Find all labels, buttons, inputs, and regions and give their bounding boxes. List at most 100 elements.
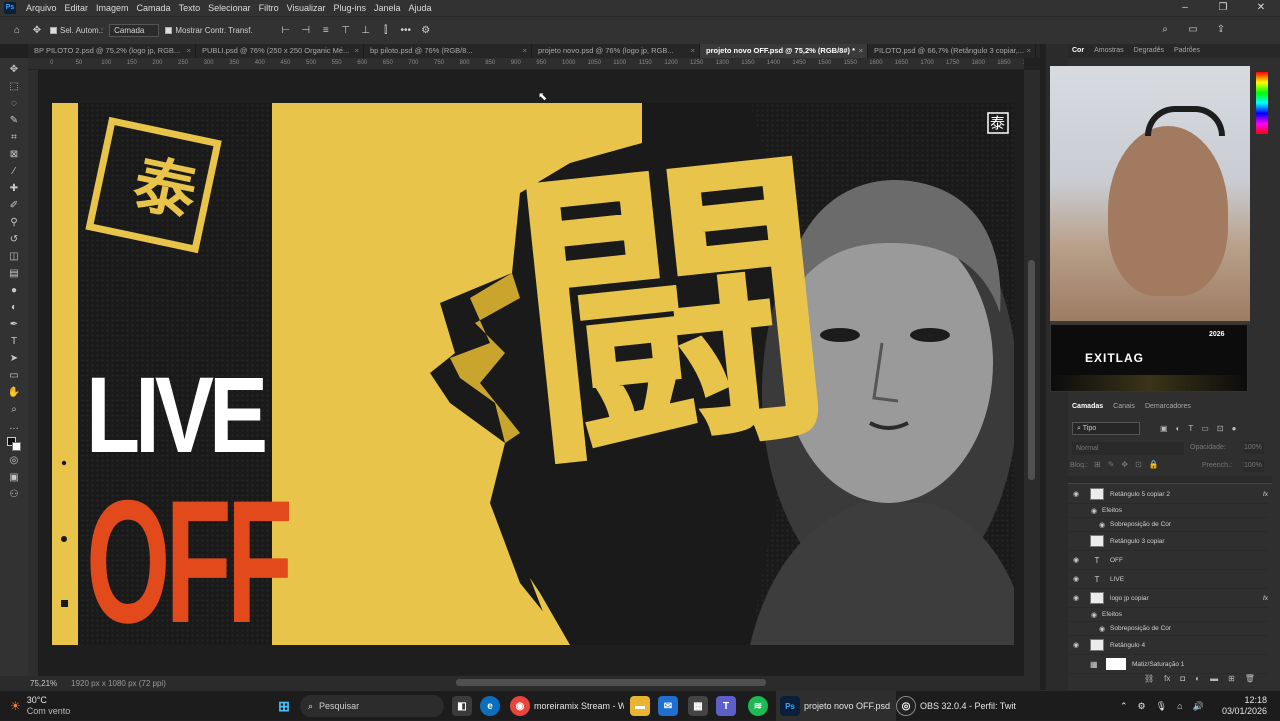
healing-tool-icon[interactable]: ✚: [5, 181, 23, 196]
menu-texto[interactable]: Texto: [175, 3, 205, 13]
layer-dropdown[interactable]: Camada: [109, 24, 160, 37]
hue-slider[interactable]: [1256, 72, 1268, 134]
menu-selecionar[interactable]: Selecionar: [204, 3, 255, 13]
taskbar-search[interactable]: ⌕ Pesquisar: [300, 695, 444, 717]
network-icon[interactable]: ⌂: [1177, 701, 1182, 711]
taskbar-app-edge[interactable]: e: [480, 691, 500, 721]
shape-tool-icon[interactable]: ▭: [5, 368, 23, 383]
visibility-eye-icon[interactable]: ◉: [1068, 490, 1084, 498]
visibility-eye-icon[interactable]: ◉: [1068, 556, 1084, 564]
fill-value[interactable]: 100%: [1244, 460, 1264, 472]
tab-amostras[interactable]: Amostras: [1094, 44, 1124, 58]
visibility-eye-icon[interactable]: ◉: [1086, 507, 1102, 515]
close-tab-icon[interactable]: ×: [187, 44, 191, 58]
tab-projeto-novo[interactable]: projeto novo.psd @ 76% (logo jp, RGB... ×: [532, 44, 700, 58]
menu-visualizar[interactable]: Visualizar: [283, 3, 330, 13]
lock-move-icon[interactable]: ✥: [1121, 460, 1128, 469]
layer-effects-row[interactable]: ◉ Efeitos: [1068, 608, 1268, 622]
transform-controls-checkbox[interactable]: Mostrar Contr. Transf.: [165, 26, 253, 35]
tray-app-icon[interactable]: ⚙: [1138, 701, 1146, 712]
tab-cor[interactable]: Cor: [1072, 44, 1084, 58]
layer-row[interactable]: ◉ logo jp copiar fx: [1068, 589, 1268, 608]
stamp-tool-icon[interactable]: ⚲: [5, 215, 23, 230]
visibility-eye-icon[interactable]: ◉: [1068, 575, 1084, 583]
fx-add-icon[interactable]: fx: [1164, 674, 1170, 683]
more-options-icon[interactable]: •••: [399, 24, 413, 38]
lock-artboard-icon[interactable]: ⊡: [1135, 460, 1142, 469]
mask-add-icon[interactable]: ◘: [1180, 674, 1185, 683]
taskbar-obs[interactable]: ◎ OBS 32.0.4 - Perfil: Twitc: [896, 691, 1016, 721]
tab-canais[interactable]: Canais: [1113, 400, 1135, 414]
vertical-scrollbar[interactable]: [1024, 70, 1040, 676]
filter-smart-icon[interactable]: ⊡: [1217, 424, 1224, 433]
distribute-icon[interactable]: ⫿: [379, 24, 393, 38]
tray-chevron-icon[interactable]: ⌃: [1120, 701, 1128, 712]
taskbar-app-outlook[interactable]: ✉: [658, 691, 678, 721]
restore-icon[interactable]: ❐: [1204, 0, 1242, 16]
close-tab-icon[interactable]: ×: [691, 44, 695, 58]
scroll-thumb[interactable]: [1028, 260, 1035, 480]
layer-effect-row[interactable]: ◉ Sobreposição de Cor: [1068, 622, 1268, 636]
close-tab-icon[interactable]: ×: [859, 44, 863, 58]
move-tool-icon[interactable]: ✥: [30, 24, 44, 38]
lock-all-icon[interactable]: 🔒: [1149, 460, 1159, 469]
color-swatches-icon[interactable]: [5, 436, 23, 451]
layer-row[interactable]: ▦ Matiz/Saturação 1: [1068, 655, 1268, 674]
align-middle-icon[interactable]: ⊥: [359, 24, 373, 38]
type-tool-icon[interactable]: T: [5, 334, 23, 349]
link-icon[interactable]: ⛓: [1144, 674, 1154, 683]
layer-effect-row[interactable]: ◉ Sobreposição de Cor: [1068, 518, 1268, 532]
filter-shape-icon[interactable]: ▭: [1201, 424, 1209, 433]
weather-widget[interactable]: ☀ 30°C Com vento: [10, 691, 70, 721]
layer-row[interactable]: ◉ Retângulo 5 copiar 2 fx: [1068, 485, 1268, 504]
taskbar-app-store[interactable]: ▦: [688, 691, 708, 721]
close-tab-icon[interactable]: ×: [355, 44, 359, 58]
filter-toggle-icon[interactable]: ●: [1232, 424, 1237, 433]
auto-select-checkbox[interactable]: Sel. Autom.:: [50, 26, 103, 35]
taskbar-photoshop[interactable]: Ps projeto novo OFF.psd @: [776, 691, 896, 721]
adjustment-add-icon[interactable]: ◐: [1195, 674, 1200, 683]
menu-ajuda[interactable]: Ajuda: [405, 3, 436, 13]
more-tools-icon[interactable]: …: [5, 419, 23, 434]
taskbar-app-teams[interactable]: T: [716, 691, 736, 721]
filter-pixel-icon[interactable]: ▣: [1160, 424, 1168, 433]
home-icon[interactable]: ⌂: [10, 24, 24, 38]
canvas-area[interactable]: 泰 泰 闘 LIVE OFF ⬉: [38, 70, 1024, 676]
fx-icon[interactable]: fx: [1263, 491, 1268, 498]
taskbar-app-explorer[interactable]: ▬: [630, 691, 650, 721]
hand-tool-icon[interactable]: ✋: [5, 385, 23, 400]
menu-editar[interactable]: Editar: [61, 3, 93, 13]
taskbar-app-photos[interactable]: ◧: [452, 691, 472, 721]
blend-mode-dropdown[interactable]: Normal: [1072, 442, 1184, 455]
tab-projeto-novo-off[interactable]: projeto novo OFF.psd @ 75,2% (RGB/8#) * ×: [700, 44, 868, 58]
screen-mode-icon[interactable]: ▣: [5, 470, 23, 485]
new-layer-icon[interactable]: ⊞: [1228, 674, 1235, 683]
menu-arquivo[interactable]: Arquivo: [22, 3, 61, 13]
trash-icon[interactable]: 🗑: [1245, 674, 1255, 683]
visibility-eye-icon[interactable]: ◉: [1094, 625, 1110, 633]
zoom-tool-icon[interactable]: ⌕: [5, 402, 23, 417]
tab-bp-piloto-2[interactable]: BP PILOTO 2.psd @ 75,2% (logo jp, RGB...…: [28, 44, 196, 58]
group-icon[interactable]: ▬: [1210, 674, 1218, 683]
layer-row[interactable]: ◉ T LIVE: [1068, 570, 1268, 589]
align-left-icon[interactable]: ⊢: [279, 24, 293, 38]
opacity-value[interactable]: 100%: [1244, 442, 1264, 454]
zoom-level[interactable]: 75,21%: [30, 679, 57, 688]
tab-camadas[interactable]: Camadas: [1072, 400, 1103, 414]
microphone-icon[interactable]: 🎙: [1156, 701, 1167, 712]
layer-filter-dropdown[interactable]: ⌕ Tipo: [1072, 422, 1140, 435]
lasso-tool-icon[interactable]: ◌: [5, 96, 23, 111]
tab-bp-piloto[interactable]: bp piloto.psd @ 76% (RGB/8... ×: [364, 44, 532, 58]
move-tool-icon[interactable]: ✥: [5, 62, 23, 77]
visibility-eye-icon[interactable]: ◉: [1086, 611, 1102, 619]
brush-tool-icon[interactable]: ✐: [5, 198, 23, 213]
align-top-icon[interactable]: ⊤: [339, 24, 353, 38]
tab-publi[interactable]: PUBLI.psd @ 76% (250 x 250 Organic Mé...…: [196, 44, 364, 58]
lock-transparent-icon[interactable]: ⊞: [1094, 460, 1101, 469]
path-select-icon[interactable]: ➤: [5, 351, 23, 366]
history-brush-icon[interactable]: ↺: [5, 232, 23, 247]
settings-gear-icon[interactable]: ⚙: [419, 24, 433, 38]
menu-imagem[interactable]: Imagem: [92, 3, 133, 13]
tab-degrades[interactable]: Degradês: [1134, 44, 1164, 58]
filter-adjust-icon[interactable]: ◐: [1176, 424, 1181, 433]
